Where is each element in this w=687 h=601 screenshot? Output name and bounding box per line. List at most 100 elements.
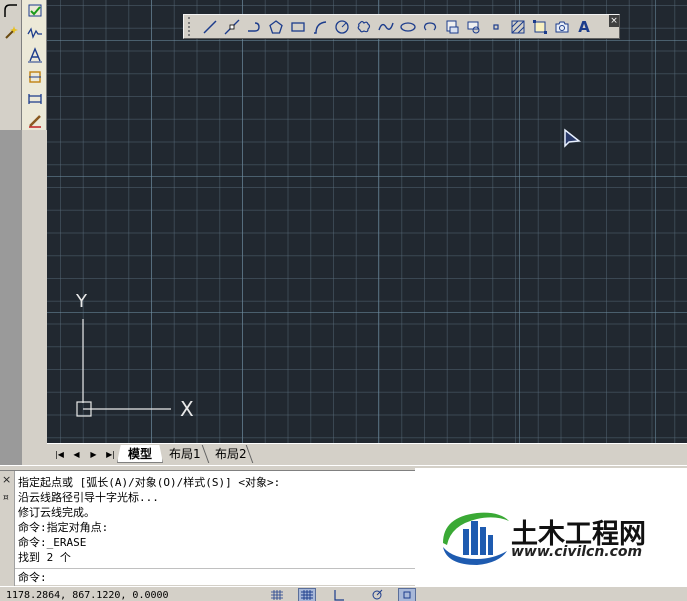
spline-tool-button[interactable]	[375, 16, 397, 37]
hatch-icon	[511, 20, 525, 33]
command-close-icon[interactable]: ×	[2, 473, 11, 486]
make-block-icon	[467, 21, 480, 33]
command-history-line: 找到 2 个	[18, 551, 71, 564]
last-tab-arrow-icon[interactable]: ▶|	[104, 448, 117, 461]
polar-toggle[interactable]	[368, 588, 386, 601]
ellipse-tool-button[interactable]	[397, 16, 419, 37]
insert-block-icon	[446, 20, 459, 33]
fillet-tool-button[interactable]	[1, 1, 21, 21]
dimension-toolbar	[22, 0, 47, 130]
ellipse-arc-icon	[423, 21, 437, 30]
ucs-icon: Y X	[75, 291, 194, 421]
gradient-icon	[533, 19, 547, 34]
watermark-url: www.civilcn.com	[511, 544, 643, 560]
command-history-line: 修订云线完成。	[18, 506, 95, 519]
break-dimension-icon	[27, 27, 42, 39]
dimension-text-button[interactable]	[24, 45, 46, 65]
break-dimension-button[interactable]	[24, 23, 46, 43]
line-tool-button[interactable]	[199, 16, 221, 37]
continue-dimension-icon	[28, 94, 42, 104]
make-block-tool-button[interactable]	[463, 16, 485, 37]
rectangle-tool-button[interactable]	[287, 16, 309, 37]
rectangle-icon	[291, 21, 305, 32]
dimension-style-brush-icon	[29, 115, 41, 128]
circle-tool-button[interactable]	[331, 16, 353, 37]
point-icon	[493, 23, 499, 30]
command-window-title: × ¤	[0, 471, 15, 586]
ortho-toggle[interactable]	[330, 588, 348, 601]
polygon-icon	[269, 19, 283, 34]
construction-line-icon	[224, 19, 240, 34]
mouse-cursor-icon	[564, 128, 581, 148]
hatch-tool-button[interactable]	[507, 16, 529, 37]
grid-major-line	[378, 0, 379, 443]
civilcn-watermark: 土木工程网 www.civilcn.com	[415, 468, 687, 601]
command-history: 指定起点或 [弧长(A)/对象(O)/样式(S)] <对象>: 沿云线路径引导十…	[15, 471, 415, 572]
ucs-x-label: X	[180, 397, 194, 421]
draw-toolbar[interactable]: A ×	[183, 14, 620, 39]
command-history-line: 指定起点或 [弧长(A)/对象(O)/样式(S)] <对象>:	[18, 476, 281, 489]
left-dock-gray	[0, 130, 22, 465]
grid-major-line	[47, 40, 687, 41]
grid-toggle[interactable]	[298, 588, 316, 601]
first-tab-arrow-icon[interactable]: |◀	[53, 448, 66, 461]
check-dimension-button[interactable]	[24, 1, 46, 21]
coordinate-readout: 1178.2864, 867.1220, 0.0000	[6, 590, 169, 601]
ucs-y-label: Y	[75, 291, 88, 312]
polyline-tool-button[interactable]	[243, 16, 265, 37]
point-tool-button[interactable]	[485, 16, 507, 37]
gradient-tool-button[interactable]	[529, 16, 551, 37]
polyline-icon	[248, 21, 260, 32]
toolbar-close-button[interactable]: ×	[609, 15, 619, 27]
arc-icon	[314, 20, 327, 34]
magic-wand-icon	[5, 26, 18, 39]
continue-dimension-button[interactable]	[24, 89, 46, 109]
region-icon	[555, 21, 569, 32]
osnap-icon	[403, 591, 411, 599]
revision-cloud-tool-button[interactable]	[353, 16, 375, 37]
circle-icon	[335, 19, 349, 34]
region-tool-button[interactable]	[551, 16, 573, 37]
tab-navigation: |◀ ◀ ▶ ▶|	[53, 448, 117, 461]
command-input[interactable]: 命令:	[15, 568, 415, 585]
layout-tab-bar: |◀ ◀ ▶ ▶| 模型 布局1 布局2	[47, 443, 687, 465]
autocad-window: Y X A × |◀ ◀ ▶ ▶| 模型 布局1 布局2 × ¤ 指定起点或 […	[0, 0, 687, 601]
arc-tool-button[interactable]	[309, 16, 331, 37]
baseline-dimension-icon	[29, 71, 41, 83]
snap-toggle[interactable]	[268, 588, 286, 601]
polygon-tool-button[interactable]	[265, 16, 287, 37]
drawing-canvas[interactable]: Y X	[47, 0, 687, 443]
baseline-dimension-button[interactable]	[24, 67, 46, 87]
snap-icon	[271, 590, 283, 600]
spline-icon	[378, 22, 394, 30]
grid-major-line	[519, 0, 520, 443]
toolbar-grip[interactable]	[188, 17, 193, 36]
ellipse-icon	[400, 21, 416, 32]
ortho-icon	[334, 590, 344, 601]
next-tab-arrow-icon[interactable]: ▶	[87, 448, 100, 461]
civilcn-logo-icon	[443, 512, 509, 565]
prev-tab-arrow-icon[interactable]: ◀	[70, 448, 83, 461]
construction-line-tool-button[interactable]	[221, 16, 243, 37]
polar-icon	[372, 589, 383, 600]
command-pin-icon[interactable]: ¤	[3, 493, 9, 503]
dimension-text-icon	[28, 47, 42, 63]
check-dimension-icon	[28, 4, 42, 17]
grid-major-line	[655, 0, 656, 443]
multiline-text-tool-button[interactable]: A	[573, 16, 595, 37]
modify-toolbar	[0, 0, 22, 130]
insert-block-tool-button[interactable]	[441, 16, 463, 37]
line-icon	[203, 19, 217, 34]
fillet-icon	[4, 4, 17, 17]
ellipse-arc-tool-button[interactable]	[419, 16, 441, 37]
dimension-style-button[interactable]	[24, 111, 46, 131]
grid-major-line	[47, 176, 687, 177]
status-bar: 1178.2864, 867.1220, 0.0000	[0, 586, 687, 601]
grid-icon	[301, 590, 313, 600]
magic-wand-tool-button[interactable]	[1, 22, 21, 42]
multiline-text-icon: A	[578, 17, 590, 36]
tab-model[interactable]: 模型	[117, 445, 164, 463]
revision-cloud-icon	[357, 20, 371, 32]
osnap-toggle[interactable]	[398, 588, 416, 601]
command-history-line: 沿云线路径引导十字光标...	[18, 491, 159, 504]
